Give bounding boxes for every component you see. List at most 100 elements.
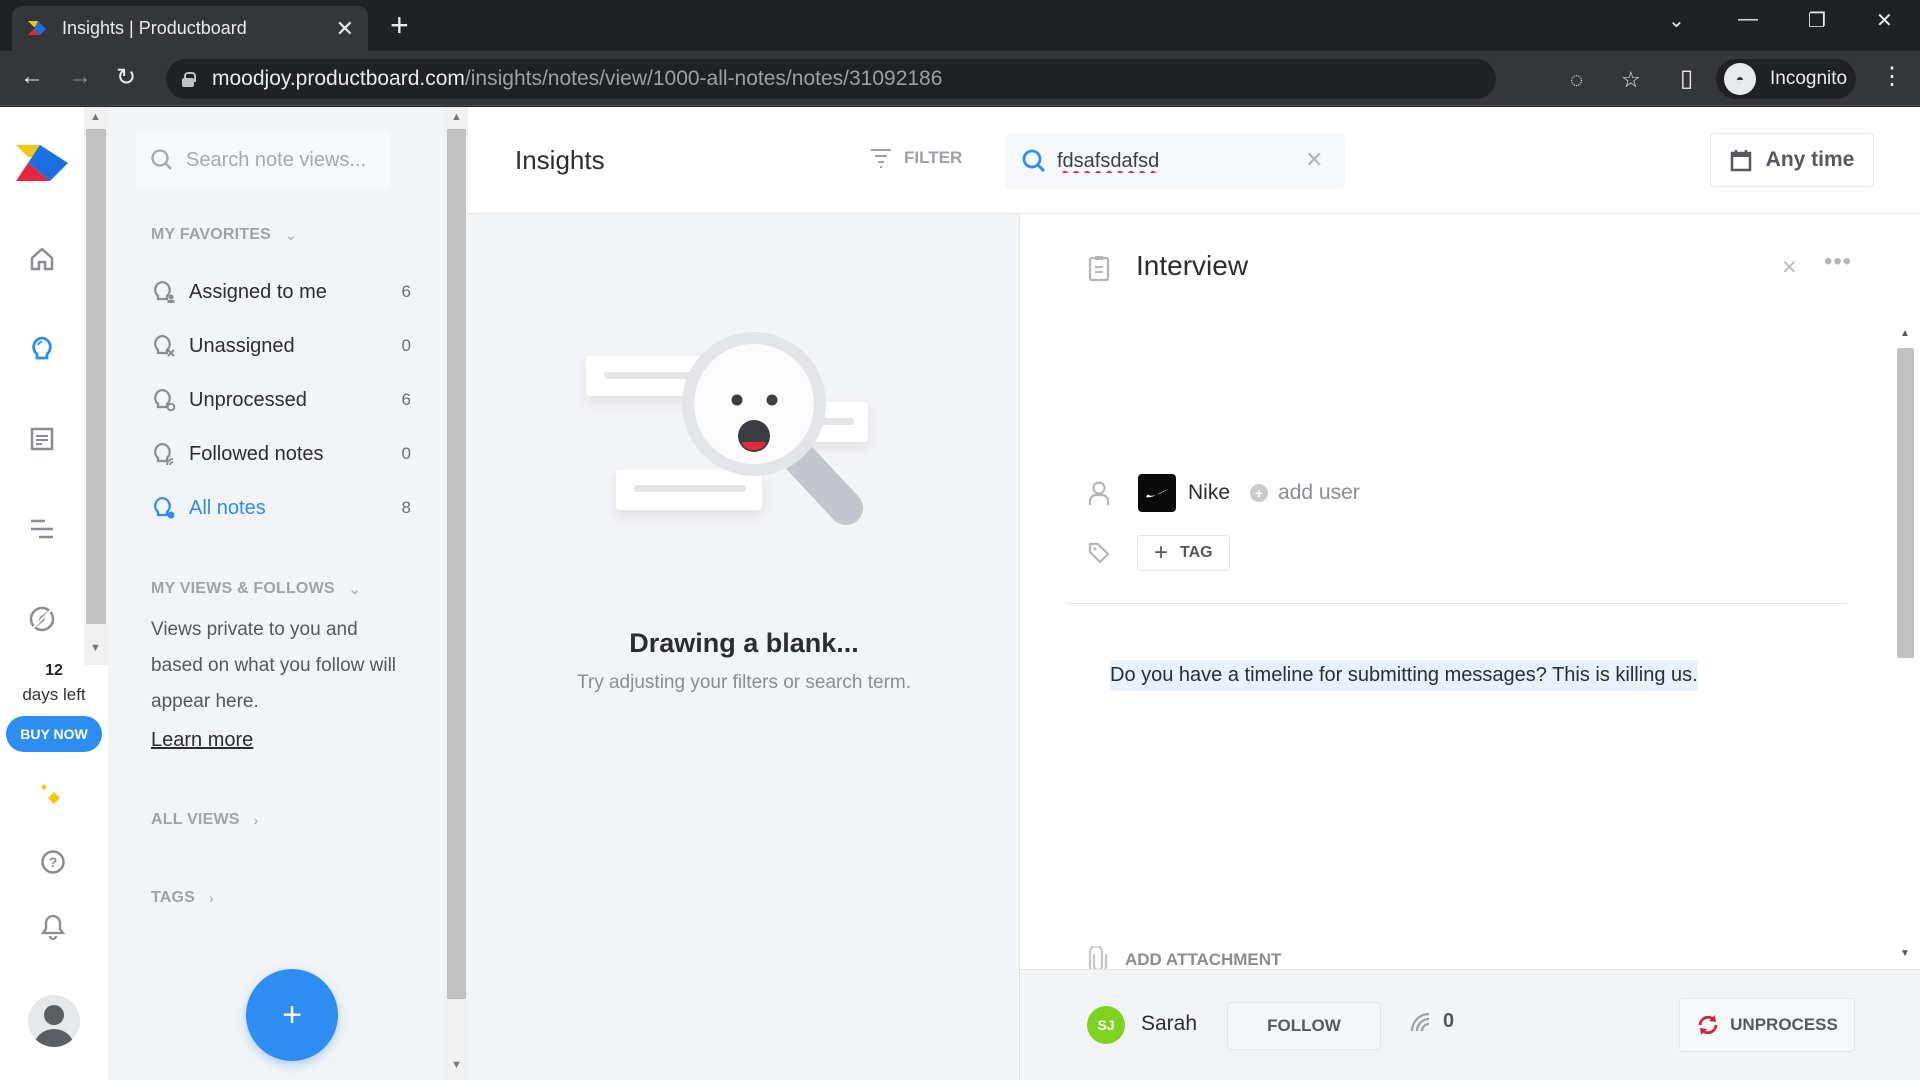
user-avatar[interactable] (28, 995, 80, 1047)
note-detail-pane: Interview ⨯ ••• Nike + add user + TAG Do… (1021, 214, 1920, 1080)
my-views-follows-label: MY VIEWS & FOLLOWS (151, 580, 335, 597)
rail-portal[interactable] (22, 599, 62, 639)
search-icon (1022, 149, 1046, 173)
productboard-logo-icon (16, 145, 68, 181)
note-footer: SJ Sarah FOLLOW 0 UNPROCESS (1021, 969, 1920, 1080)
followers-count[interactable]: 0 (1409, 1010, 1454, 1033)
note-views-search-input[interactable] (186, 148, 386, 172)
back-button[interactable]: ← (20, 63, 44, 91)
learn-more-link[interactable]: Learn more (151, 729, 253, 752)
add-tag-label: TAG (1180, 544, 1213, 561)
my-favorites-heading[interactable]: MY FAVORITES ⌄ (151, 226, 297, 244)
empty-state-subtitle: Try adjusting your filters or search ter… (576, 672, 911, 693)
add-attachment-label: ADD ATTACHMENT (1125, 950, 1282, 969)
home-icon (30, 247, 54, 271)
owner-name[interactable]: Sarah (1141, 1012, 1197, 1036)
scroll-down-arrow[interactable]: ▼ (1900, 948, 1910, 959)
scrollbar-thumb[interactable] (1897, 348, 1914, 658)
rail-insights[interactable] (22, 329, 62, 369)
sidebar-item-all-notes[interactable]: All notes 8 (151, 488, 411, 528)
customer-row: Nike + add user (1087, 474, 1360, 512)
new-tab-button[interactable]: + (390, 9, 409, 41)
notes-search-input[interactable] (1057, 149, 1267, 173)
tags-row: + TAG (1087, 535, 1230, 571)
followed-bulb-icon (154, 442, 174, 466)
search-icon (151, 149, 172, 170)
productboard-logo[interactable] (14, 135, 70, 191)
scroll-up-arrow[interactable]: ▲ (90, 111, 101, 123)
owner-avatar[interactable]: SJ (1087, 1006, 1125, 1044)
chevron-down-icon: ⌄ (348, 580, 361, 597)
sidebar-item-count: 6 (401, 390, 411, 409)
all-notes-bulb-icon (154, 496, 175, 519)
company-logo[interactable] (1138, 474, 1176, 512)
browser-tab[interactable]: Insights | Productboard ✕ (12, 6, 368, 51)
whats-new-button[interactable] (32, 777, 72, 817)
scrollbar-thumb[interactable] (447, 129, 466, 999)
chevron-right-icon: › (253, 812, 259, 828)
insights-header: Insights FILTER ✕ Any time (468, 107, 1920, 214)
scroll-up-arrow[interactable]: ▲ (1900, 328, 1910, 339)
tab-close-icon[interactable]: ✕ (336, 16, 354, 42)
all-views-heading[interactable]: ALL VIEWS › (151, 811, 259, 829)
notes-search[interactable]: ✕ (1005, 133, 1345, 189)
add-tag-button[interactable]: + TAG (1137, 535, 1230, 571)
incognito-profile-chip[interactable]: ◓ Incognito (1716, 59, 1856, 99)
notifications-button[interactable] (33, 907, 73, 947)
my-favorites-label: MY FAVORITES (151, 226, 272, 243)
address-bar[interactable]: moodjoy.productboard.com /insights/notes… (166, 59, 1641, 99)
rail-roadmap[interactable] (22, 509, 62, 549)
trial-days-label: days left (22, 685, 86, 704)
reload-button[interactable]: ↻ (116, 63, 136, 92)
help-button[interactable]: ? (33, 842, 73, 882)
scroll-down-arrow[interactable]: ▼ (90, 642, 101, 654)
scroll-up-arrow[interactable]: ▲ (451, 111, 462, 123)
browser-menu-icon[interactable]: ⋮ (1880, 65, 1904, 89)
collapse-icon[interactable]: ⨯ (1781, 254, 1798, 279)
rail-home[interactable] (22, 239, 62, 279)
sidebar-item-label: Unassigned (189, 334, 295, 357)
clear-search-icon[interactable]: ✕ (1305, 147, 1323, 173)
sidebar-item-assigned-to-me[interactable]: Assigned to me 6 (151, 272, 411, 312)
followers-signal-icon (1410, 1012, 1430, 1031)
buy-now-button[interactable]: BUY NOW (6, 716, 102, 752)
note-views-search[interactable] (136, 132, 391, 188)
rail-features[interactable] (22, 419, 62, 459)
note-content[interactable]: Do you have a timeline for submitting me… (1110, 660, 1698, 691)
unprocess-button[interactable]: UNPROCESS (1679, 998, 1855, 1052)
tab-search-icon[interactable]: ⌄ (1668, 8, 1685, 33)
scrollbar-thumb[interactable] (86, 129, 106, 624)
sidebar-item-unprocessed[interactable]: Unprocessed 6 (151, 380, 411, 420)
side-panel-icon[interactable]: ▯ (1680, 64, 1693, 93)
trial-days-count: 12 (45, 662, 63, 679)
filter-button[interactable]: FILTER (870, 147, 962, 169)
detail-scrollbar[interactable]: ▲ ▼ (1894, 324, 1916, 964)
unassigned-bulb-icon (154, 334, 175, 357)
unprocessed-bulb-icon (154, 388, 176, 412)
tags-heading[interactable]: TAGS › (151, 889, 214, 907)
scroll-down-arrow[interactable]: ▼ (451, 1059, 462, 1071)
follow-button[interactable]: FOLLOW (1227, 1002, 1381, 1050)
empty-state-magnifier-illustration (586, 332, 868, 525)
compass-icon (29, 606, 55, 632)
sidebar-item-unassigned[interactable]: Unassigned 0 (151, 326, 411, 366)
bookmark-star-icon[interactable]: ☆ (1621, 67, 1641, 93)
tracking-eye-off-icon[interactable]: ◌ (1570, 67, 1583, 93)
window-close-button[interactable]: ✕ (1876, 8, 1893, 33)
company-name[interactable]: Nike (1188, 481, 1230, 505)
minimize-button[interactable]: — (1738, 8, 1758, 31)
sidebar-item-followed-notes[interactable]: Followed notes 0 (151, 434, 411, 474)
create-note-button[interactable]: + (246, 969, 338, 1061)
add-user-button[interactable]: + add user (1250, 481, 1360, 505)
sidebar-item-count: 6 (401, 282, 411, 301)
forward-button[interactable]: → (68, 63, 92, 91)
browser-toolbar: ← → ↻ moodjoy.productboard.com /insights… (0, 51, 1920, 106)
date-filter-button[interactable]: Any time (1710, 133, 1874, 187)
chevron-down-icon: ⌄ (285, 226, 297, 243)
sidebar-scrollbar[interactable]: ▲ ▼ (444, 107, 468, 1080)
restore-button[interactable]: ❐ (1808, 8, 1826, 33)
rail-scrollbar[interactable]: ▲ ▼ (84, 107, 108, 665)
tag-icon (1088, 542, 1110, 564)
my-views-follows-heading[interactable]: MY VIEWS & FOLLOWS ⌄ (151, 580, 361, 598)
more-options-icon[interactable]: ••• (1824, 248, 1852, 276)
